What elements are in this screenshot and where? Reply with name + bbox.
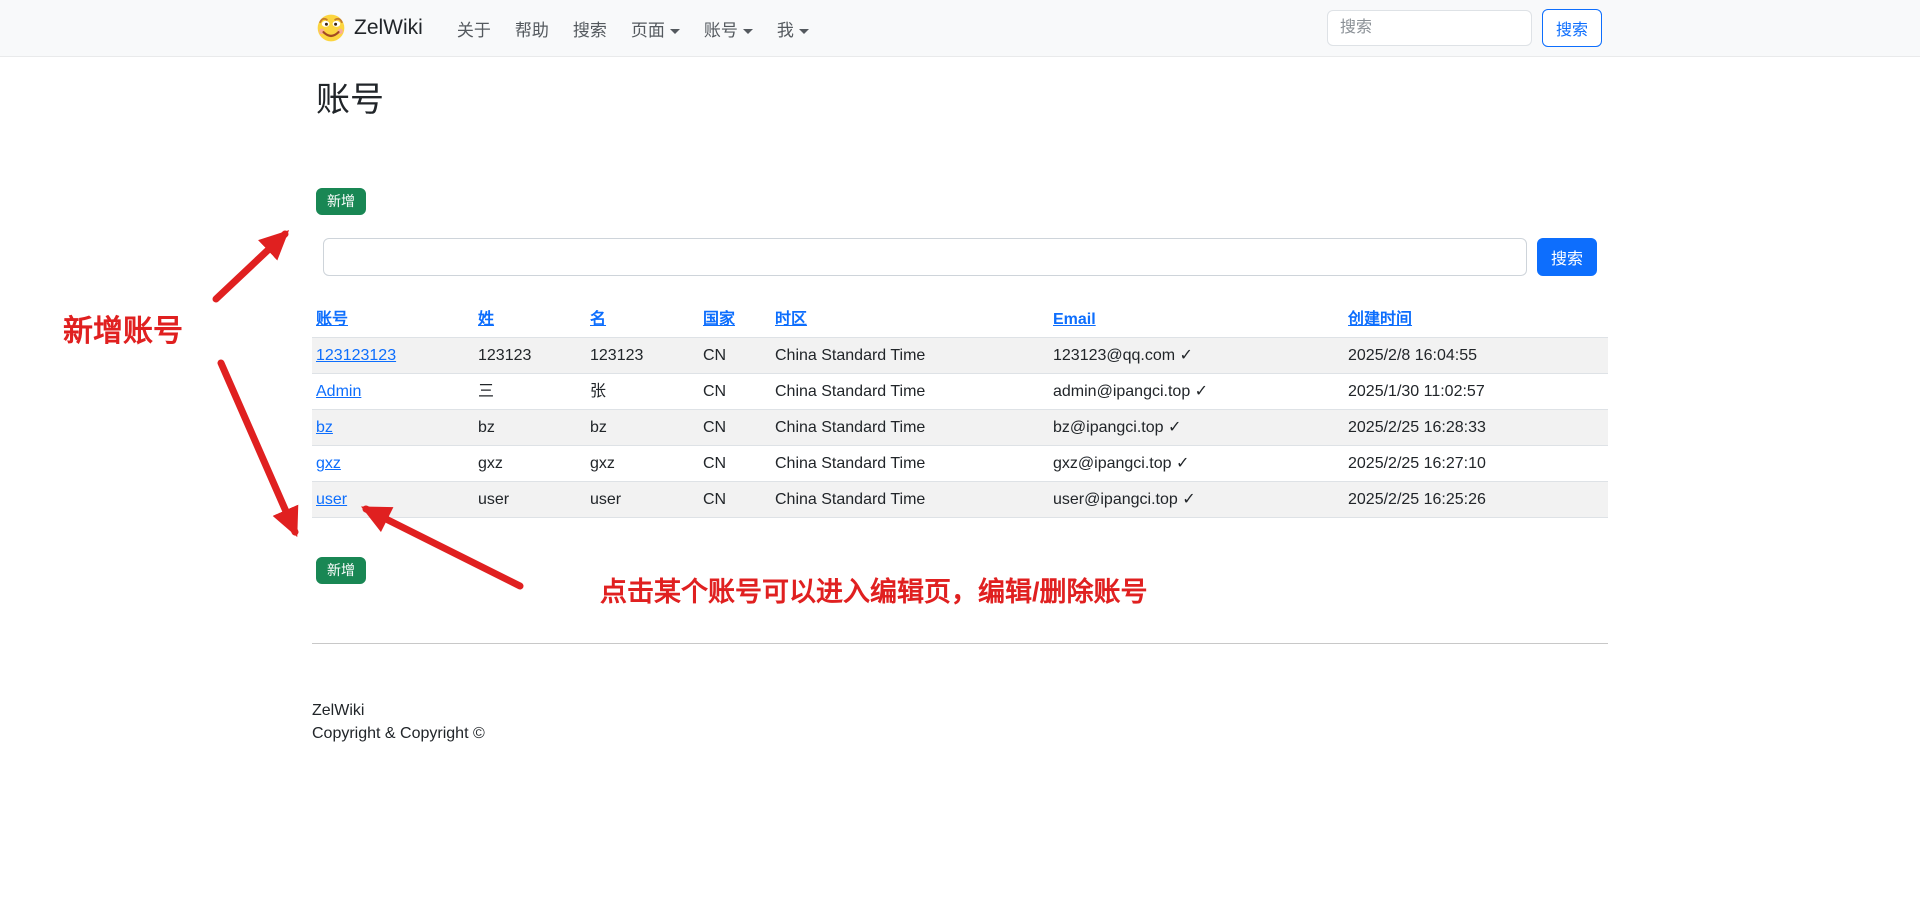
cell-first-name: user xyxy=(586,482,699,518)
cell-last-name: gxz xyxy=(474,446,586,482)
footer: ZelWiki Copyright & Copyright © xyxy=(312,699,1608,745)
sort-header-created[interactable]: 创建时间 xyxy=(1348,311,1412,328)
table-search-button[interactable]: 搜索 xyxy=(1537,238,1597,276)
cell-created: 2025/2/25 16:27:10 xyxy=(1344,446,1608,482)
nav-links: 关于 帮助 搜索 页面 账号 我 xyxy=(445,8,1327,49)
cell-country: CN xyxy=(699,482,771,518)
table-row: gxz gxz gxz CN China Standard Time gxz@i… xyxy=(312,446,1608,482)
sort-header-last-name[interactable]: 姓 xyxy=(478,311,494,328)
sort-header-account[interactable]: 账号 xyxy=(316,311,348,328)
cell-first-name: 123123 xyxy=(586,338,699,374)
brand-text: ZelWiki xyxy=(354,16,423,40)
nav-dropdown-me[interactable]: 我 xyxy=(765,8,821,49)
nav-link-help[interactable]: 帮助 xyxy=(503,8,561,49)
sort-header-country[interactable]: 国家 xyxy=(703,311,735,328)
table-search-row: 搜索 xyxy=(312,238,1608,276)
cell-created: 2025/2/25 16:28:33 xyxy=(1344,410,1608,446)
nav-link-search[interactable]: 搜索 xyxy=(561,8,619,49)
account-link[interactable]: 123123123 xyxy=(316,347,396,364)
account-link[interactable]: bz xyxy=(316,419,333,436)
add-account-button-bottom[interactable]: 新增 xyxy=(316,557,366,584)
cell-country: CN xyxy=(699,446,771,482)
top-navbar: ZelWiki 关于 帮助 搜索 页面 账号 我 搜索 xyxy=(0,0,1920,57)
cell-first-name: gxz xyxy=(586,446,699,482)
table-row: Admin 三 张 CN China Standard Time admin@i… xyxy=(312,374,1608,410)
cell-email: gxz@ipangci.top ✓ xyxy=(1049,446,1344,482)
table-search-input[interactable] xyxy=(323,238,1527,276)
brand-link[interactable]: ZelWiki xyxy=(316,13,423,43)
cell-timezone: China Standard Time xyxy=(771,410,1049,446)
cell-email: 123123@qq.com ✓ xyxy=(1049,338,1344,374)
main-content: 账号 新增 搜索 账号 姓 名 国家 时区 Email 创建时间 xyxy=(312,81,1608,745)
sort-header-timezone[interactable]: 时区 xyxy=(775,311,807,328)
arrow-to-top-add-button xyxy=(216,234,285,299)
cell-country: CN xyxy=(699,410,771,446)
account-link[interactable]: user xyxy=(316,491,347,508)
table-row: 123123123 123123 123123 CN China Standar… xyxy=(312,338,1608,374)
cell-timezone: China Standard Time xyxy=(771,446,1049,482)
nav-link-about[interactable]: 关于 xyxy=(445,8,503,49)
nav-dropdown-accounts[interactable]: 账号 xyxy=(692,8,765,49)
navbar-search-button[interactable]: 搜索 xyxy=(1542,9,1602,47)
cell-timezone: China Standard Time xyxy=(771,338,1049,374)
page-title: 账号 xyxy=(316,81,1608,120)
account-link[interactable]: Admin xyxy=(316,383,361,400)
cell-country: CN xyxy=(699,338,771,374)
cell-first-name: bz xyxy=(586,410,699,446)
sort-header-email[interactable]: Email xyxy=(1053,311,1096,328)
footer-copyright: Copyright & Copyright © xyxy=(312,722,1608,745)
navbar-search-input[interactable] xyxy=(1327,10,1532,46)
chevron-down-icon xyxy=(743,29,753,34)
add-account-button-top[interactable]: 新增 xyxy=(316,188,366,215)
cell-country: CN xyxy=(699,374,771,410)
footer-divider xyxy=(312,643,1608,644)
cell-created: 2025/1/30 11:02:57 xyxy=(1344,374,1608,410)
cell-email: admin@ipangci.top ✓ xyxy=(1049,374,1344,410)
account-link[interactable]: gxz xyxy=(316,455,341,472)
chevron-down-icon xyxy=(670,29,680,34)
table-row: user user user CN China Standard Time us… xyxy=(312,482,1608,518)
cell-created: 2025/2/8 16:04:55 xyxy=(1344,338,1608,374)
cell-email: bz@ipangci.top ✓ xyxy=(1049,410,1344,446)
cell-last-name: 123123 xyxy=(474,338,586,374)
navbar-search: 搜索 xyxy=(1327,9,1602,47)
table-row: bz bz bz CN China Standard Time bz@ipang… xyxy=(312,410,1608,446)
smiley-logo-icon xyxy=(316,13,346,43)
cell-email: user@ipangci.top ✓ xyxy=(1049,482,1344,518)
accounts-table: 账号 姓 名 国家 时区 Email 创建时间 123123123 123123… xyxy=(312,302,1608,518)
footer-brand: ZelWiki xyxy=(312,699,1608,722)
cell-created: 2025/2/25 16:25:26 xyxy=(1344,482,1608,518)
cell-timezone: China Standard Time xyxy=(771,374,1049,410)
cell-last-name: bz xyxy=(474,410,586,446)
nav-dropdown-pages[interactable]: 页面 xyxy=(619,8,692,49)
cell-last-name: user xyxy=(474,482,586,518)
arrow-to-bottom-add-button xyxy=(221,363,295,532)
cell-timezone: China Standard Time xyxy=(771,482,1049,518)
sort-header-first-name[interactable]: 名 xyxy=(590,311,606,328)
chevron-down-icon xyxy=(799,29,809,34)
cell-last-name: 三 xyxy=(474,374,586,410)
table-header-row: 账号 姓 名 国家 时区 Email 创建时间 xyxy=(312,302,1608,338)
page: ZelWiki 关于 帮助 搜索 页面 账号 我 搜索 账号 新增 搜索 xyxy=(0,0,1920,911)
cell-first-name: 张 xyxy=(586,374,699,410)
annotation-add-account-label: 新增账号 xyxy=(63,306,183,350)
